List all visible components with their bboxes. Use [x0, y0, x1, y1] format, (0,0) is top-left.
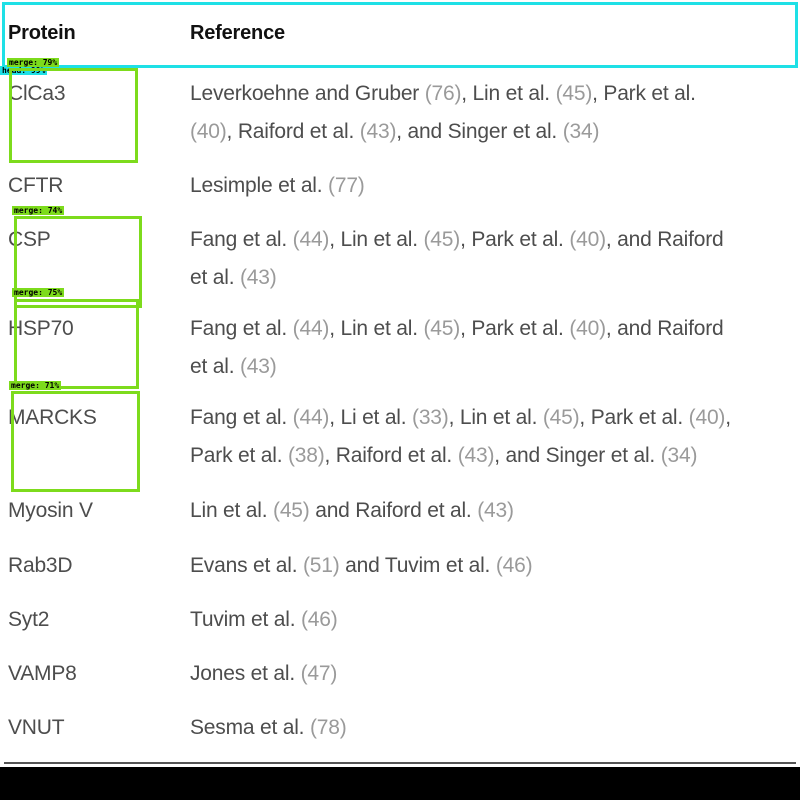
protein-cell: CFTR [8, 174, 64, 197]
reference-text: , Lin et al. [329, 228, 424, 251]
citation-number: (45) [423, 228, 461, 251]
reference-text: , and Singer et al. [396, 120, 563, 143]
citation-number: (43) [457, 444, 495, 467]
protein-cell: Rab3D [8, 554, 73, 577]
merge-detection-box [11, 391, 140, 492]
reference-text: Lin et al. [190, 499, 274, 522]
citation-number: (78) [309, 716, 347, 739]
reference-line: Fang et al. (44), Li et al. (33), Lin et… [190, 400, 731, 436]
reference-text: , Park et al. [460, 317, 570, 340]
reference-text: , and Singer et al. [494, 444, 661, 467]
citation-number: (51) [302, 554, 340, 577]
reference-text: Leverkoehne and Gruber [190, 82, 425, 105]
merge-detection-box [9, 68, 138, 163]
reference-text: et al. [190, 355, 240, 378]
reference-text: and Tuvim et al. [339, 554, 496, 577]
citation-number: (45) [542, 406, 580, 429]
reference-text: Fang et al. [190, 317, 293, 340]
citation-number: (45) [555, 82, 593, 105]
reference-line: et al. (43) [190, 260, 277, 296]
citation-number: (77) [328, 174, 365, 197]
table-page: Protein Reference ClCa3 Leverkoehne and G… [0, 0, 800, 800]
detection-label: merge: 74% [12, 206, 65, 215]
reference-line: Fang et al. (44), Lin et al. (45), Park … [190, 311, 724, 347]
reference-line: Fang et al. (44), Lin et al. (45), Park … [190, 222, 724, 258]
citation-number: (43) [239, 355, 277, 378]
reference-text: Lesimple et al. [190, 174, 329, 197]
reference-text: , [725, 406, 731, 429]
citation-number: (38) [287, 444, 325, 467]
citation-number: (43) [239, 266, 277, 289]
reference-line: Evans et al. (51) and Tuvim et al. (46) [190, 548, 533, 584]
citation-number: (34) [660, 444, 698, 467]
citation-number: (33) [412, 406, 449, 429]
protein-cell: Myosin V [8, 499, 93, 522]
reference-text: Jones et al. [190, 662, 301, 685]
detection-label: merge: 71% [9, 381, 62, 390]
bottom-black-bar [0, 767, 800, 800]
citation-number: (46) [495, 554, 533, 577]
reference-text: , Lin et al. [329, 317, 424, 340]
citation-number: (45) [273, 499, 310, 522]
reference-text: Fang et al. [190, 228, 293, 251]
reference-text: , Raiford et al. [226, 120, 360, 143]
citation-number: (40) [569, 228, 606, 251]
citation-number: (45) [423, 317, 461, 340]
table-bottom-rule [4, 762, 796, 764]
detection-label: merge: 79% [7, 58, 60, 67]
citation-number: (40) [190, 120, 227, 143]
reference-text: Fang et al. [190, 406, 293, 429]
reference-text: Park et al. [190, 444, 288, 467]
reference-line: (40), Raiford et al. (43), and Singer et… [190, 114, 599, 150]
reference-line: et al. (43) [190, 349, 277, 385]
citation-number: (40) [569, 317, 606, 340]
reference-line: Lesimple et al. (77) [190, 168, 365, 204]
reference-text: , Li et al. [329, 406, 413, 429]
detection-label: merge: 75% [12, 288, 65, 297]
reference-text: , Raiford et al. [324, 444, 458, 467]
reference-line: Park et al. (38), Raiford et al. (43), a… [190, 438, 697, 474]
citation-number: (40) [688, 406, 726, 429]
citation-number: (43) [359, 120, 397, 143]
reference-line: Jones et al. (47) [190, 656, 337, 692]
reference-line: Tuvim et al. (46) [190, 602, 338, 638]
reference-text: and Raiford et al. [309, 499, 478, 522]
protein-cell: Syt2 [8, 608, 50, 631]
citation-number: (44) [292, 317, 330, 340]
head-detection-box [2, 2, 798, 68]
reference-text: , and Raiford [605, 228, 724, 251]
citation-number: (76) [424, 82, 462, 105]
reference-text: Tuvim et al. [190, 608, 301, 631]
reference-text: , and Raiford [605, 317, 724, 340]
reference-text: , Lin et al. [448, 406, 543, 429]
citation-number: (34) [562, 120, 600, 143]
citation-number: (46) [300, 608, 338, 631]
merge-detection-box [14, 299, 139, 389]
protein-cell: VAMP8 [8, 662, 77, 685]
reference-line: Lin et al. (45) and Raiford et al. (43) [190, 493, 514, 529]
reference-line: Sesma et al. (78) [190, 710, 347, 746]
reference-text: et al. [190, 266, 240, 289]
reference-text: , Park et al. [592, 82, 696, 105]
reference-text: Sesma et al. [190, 716, 310, 739]
reference-text: , Park et al. [579, 406, 689, 429]
citation-number: (47) [300, 662, 338, 685]
reference-text: , Park et al. [460, 228, 570, 251]
citation-number: (43) [477, 499, 514, 522]
citation-number: (44) [292, 228, 330, 251]
reference-line: Leverkoehne and Gruber (76), Lin et al. … [190, 76, 696, 112]
protein-cell: VNUT [8, 716, 65, 739]
reference-text: Evans et al. [190, 554, 303, 577]
reference-text: , Lin et al. [461, 82, 556, 105]
citation-number: (44) [292, 406, 330, 429]
